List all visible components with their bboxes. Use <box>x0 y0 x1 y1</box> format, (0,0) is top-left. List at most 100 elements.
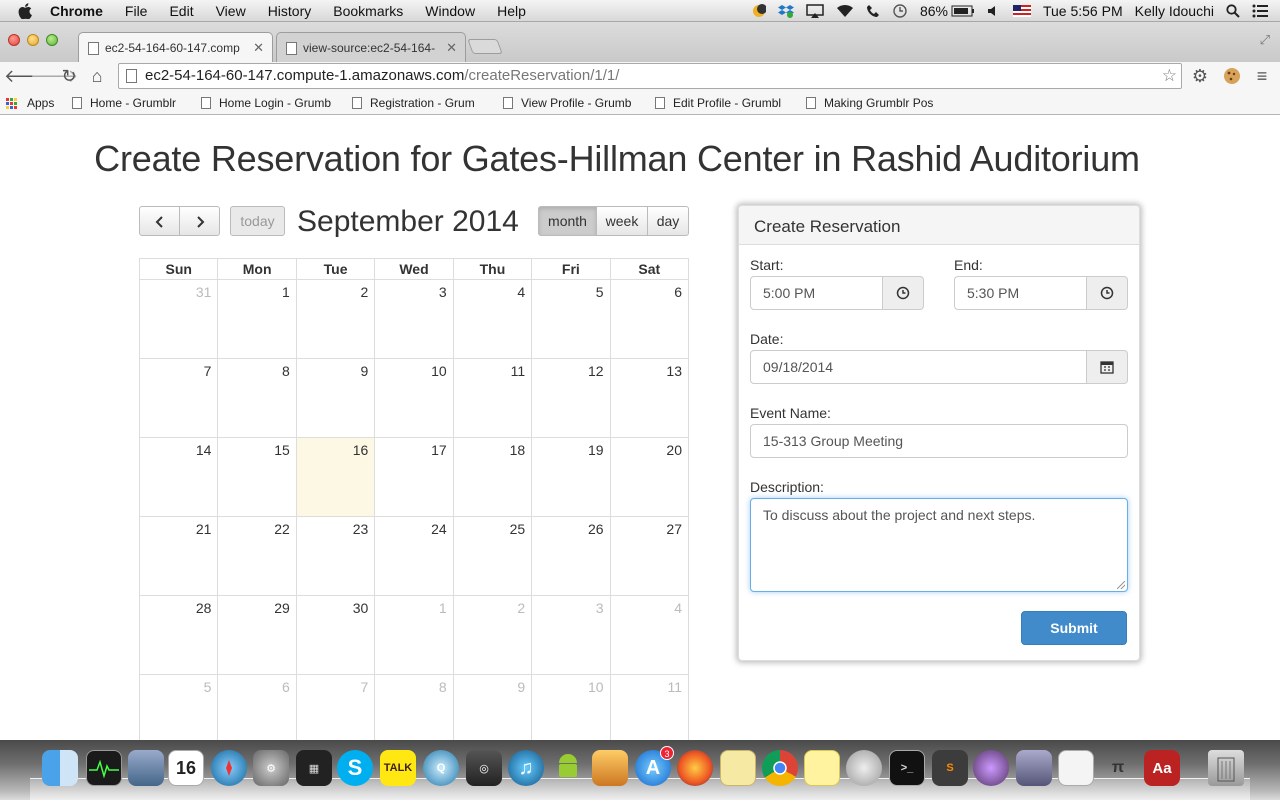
calendar-next-button[interactable] <box>179 206 220 236</box>
latex-icon[interactable]: π <box>1100 750 1136 786</box>
submit-button[interactable]: Submit <box>1021 611 1127 645</box>
calendar-day-cell[interactable]: 29 <box>218 596 297 675</box>
calendar-day-cell[interactable]: 15 <box>218 438 297 517</box>
bookmark-item[interactable]: Registration - Grum <box>352 96 483 110</box>
flag-us-icon[interactable] <box>1012 5 1031 17</box>
calendar-day-cell[interactable]: 8 <box>375 675 454 740</box>
terminal-icon[interactable]: >_ <box>889 750 925 786</box>
calendar-day-cell[interactable]: 28 <box>140 596 219 675</box>
firefox-icon[interactable] <box>677 750 713 786</box>
calendar-day-cell[interactable]: 9 <box>296 359 376 438</box>
game-app-icon[interactable]: ▦ <box>296 750 332 786</box>
battery-status[interactable]: 86% <box>920 3 975 19</box>
calendar-day-cell[interactable]: 13 <box>610 359 689 438</box>
dropbox-icon[interactable] <box>777 4 794 18</box>
tab-view-source[interactable]: view-source:ec2-54-164- ✕ <box>276 32 466 62</box>
script-editor-icon[interactable] <box>1016 750 1052 786</box>
calendar-day-cell[interactable]: 10 <box>532 675 611 740</box>
notes-icon[interactable] <box>720 750 756 786</box>
menu-file[interactable]: File <box>114 3 159 19</box>
calendar-day-cell[interactable]: 24 <box>375 517 454 596</box>
calendar-day-view-button[interactable]: day <box>647 206 689 236</box>
start-time-picker-button[interactable] <box>883 276 924 310</box>
volume-icon[interactable] <box>987 4 1001 18</box>
calendar-day-cell[interactable]: 6 <box>218 675 297 740</box>
calendar-day-cell[interactable]: 1 <box>218 280 297 359</box>
android-icon[interactable] <box>550 750 586 786</box>
menu-bookmarks[interactable]: Bookmarks <box>322 3 414 19</box>
pineapple-app-icon[interactable] <box>592 750 628 786</box>
calendar-day-cell[interactable]: 18 <box>453 438 533 517</box>
preview-icon[interactable] <box>128 750 164 786</box>
bookmark-item[interactable]: View Profile - Grumb <box>503 96 634 110</box>
event-name-input[interactable]: 15-313 Group Meeting <box>750 424 1128 458</box>
calendar-day-cell[interactable]: 26 <box>532 517 611 596</box>
calendar-day-cell[interactable]: 22 <box>218 517 297 596</box>
calendar-day-cell[interactable]: 8 <box>218 359 297 438</box>
sublime-text-icon[interactable]: S <box>932 750 968 786</box>
calendar-day-cell[interactable]: 2 <box>453 596 533 675</box>
calendar-day-cell[interactable]: 20 <box>610 438 689 517</box>
dictionary-icon[interactable]: Aa <box>1144 750 1180 786</box>
itunes-icon[interactable]: ♫ <box>508 750 544 786</box>
kakaotalk-icon[interactable]: TALK <box>380 750 416 786</box>
calendar-day-cell[interactable]: 10 <box>375 359 454 438</box>
eclipse-icon[interactable] <box>973 750 1009 786</box>
chrome-icon[interactable] <box>762 750 798 786</box>
calendar-day-cell[interactable]: 11 <box>453 359 533 438</box>
finder-icon[interactable] <box>42 750 78 786</box>
bookmark-item[interactable]: Home - Grumblr <box>72 96 185 110</box>
resize-handle-icon[interactable] <box>1117 581 1125 589</box>
calendar-day-cell[interactable]: 17 <box>375 438 454 517</box>
notification-center-icon[interactable] <box>1252 4 1268 18</box>
start-time-input[interactable]: 5:00 PM <box>750 276 883 310</box>
phone-icon[interactable] <box>866 4 880 18</box>
wifi-icon[interactable] <box>836 4 854 18</box>
calendar-day-cell[interactable]: 21 <box>140 517 219 596</box>
tab-close-icon[interactable]: ✕ <box>253 40 264 56</box>
calendar-day-cell[interactable]: 27 <box>610 517 689 596</box>
system-preferences-icon[interactable]: ⚙ <box>253 750 289 786</box>
calendar-day-cell[interactable]: 23 <box>296 517 376 596</box>
quicktime-icon[interactable]: Q <box>423 750 459 786</box>
calendar-today-cell[interactable]: 16 <box>296 438 376 517</box>
calendar-prev-button[interactable] <box>139 206 180 236</box>
calendar-day-cell[interactable]: 12 <box>532 359 611 438</box>
calendar-day-cell[interactable]: 31 <box>140 280 219 359</box>
bookmark-apps[interactable]: Apps <box>6 96 54 110</box>
calendar-day-cell[interactable]: 6 <box>610 280 689 359</box>
time-machine-icon[interactable] <box>892 4 908 18</box>
bookmark-item[interactable]: Making Grumblr Pos <box>806 96 940 110</box>
calendar-week-view-button[interactable]: week <box>596 206 648 236</box>
calendar-day-cell[interactable]: 25 <box>453 517 533 596</box>
calendar-day-cell[interactable]: 4 <box>453 280 533 359</box>
menu-history[interactable]: History <box>257 3 323 19</box>
minimize-window-button[interactable] <box>27 34 39 46</box>
document-icon[interactable] <box>1058 750 1094 786</box>
home-icon[interactable]: ⌂ <box>86 65 108 87</box>
calendar-day-cell[interactable]: 2 <box>296 280 376 359</box>
zoom-window-button[interactable] <box>46 34 58 46</box>
steam-icon[interactable]: ◎ <box>466 750 502 786</box>
forward-icon[interactable]: 🡒 <box>30 65 78 87</box>
apple-menu-icon[interactable] <box>18 2 32 19</box>
description-textarea[interactable]: To discuss about the project and next st… <box>750 498 1128 592</box>
chrome-menu-icon[interactable]: ≡ <box>1251 65 1273 87</box>
calendar-day-cell[interactable]: 1 <box>375 596 454 675</box>
calendar-today-button[interactable]: today <box>230 206 285 236</box>
calendar-app-icon[interactable]: 16 <box>168 750 204 786</box>
clock[interactable]: Tue 5:56 PM <box>1043 3 1123 19</box>
calendar-day-cell[interactable]: 4 <box>610 596 689 675</box>
cookie-extension-icon[interactable] <box>1221 65 1243 87</box>
date-input[interactable]: 09/18/2014 <box>750 350 1087 384</box>
trash-icon[interactable] <box>1208 750 1244 786</box>
calendar-day-cell[interactable]: 5 <box>140 675 219 740</box>
calendar-day-cell[interactable]: 5 <box>532 280 611 359</box>
settings-gear-icon[interactable]: ⚙ <box>1189 65 1211 87</box>
safari-icon[interactable] <box>211 750 247 786</box>
airplay-icon[interactable] <box>806 4 824 18</box>
calendar-day-cell[interactable]: 19 <box>532 438 611 517</box>
spotlight-icon[interactable] <box>1226 4 1240 18</box>
calendar-day-cell[interactable]: 3 <box>375 280 454 359</box>
skype-icon[interactable]: S <box>337 750 373 786</box>
